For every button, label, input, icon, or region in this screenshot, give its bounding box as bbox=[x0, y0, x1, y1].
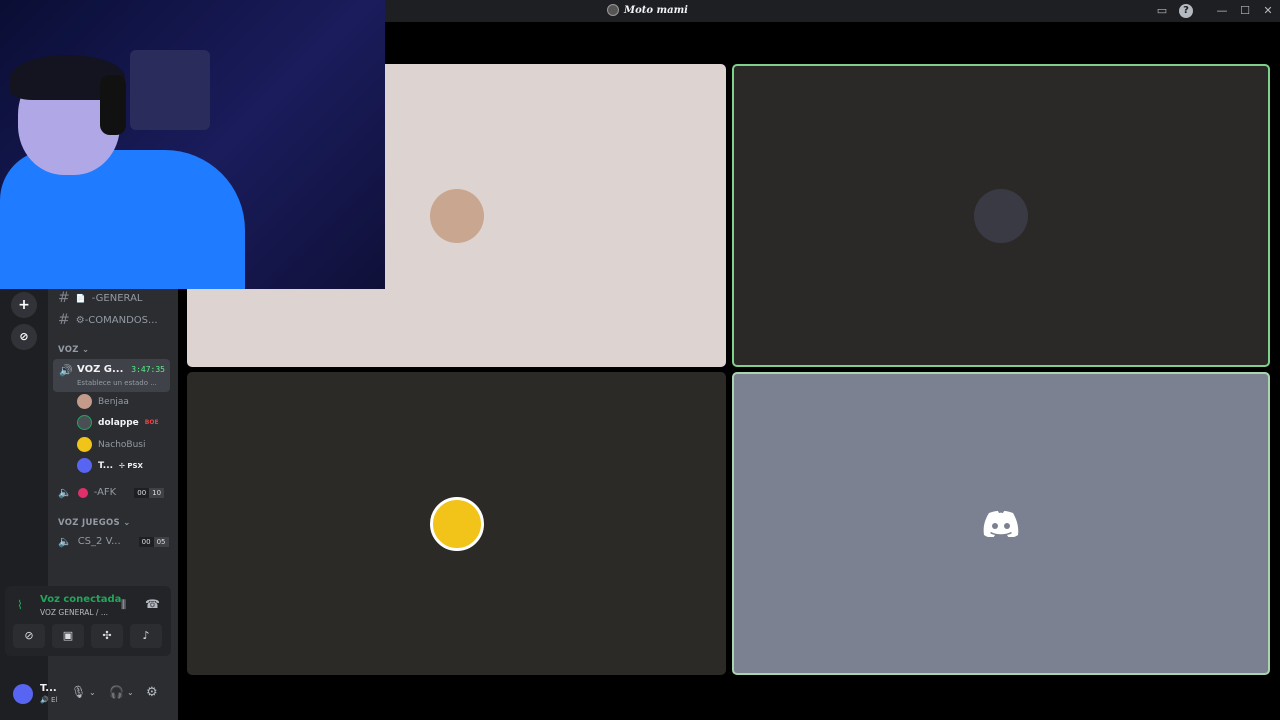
microphone-icon[interactable]: 🎙 bbox=[71, 685, 86, 699]
hash-icon: # bbox=[58, 312, 70, 328]
voice-channel-cs2[interactable]: 🔈 CS_2 V... 00 05 bbox=[58, 535, 169, 548]
disconnect-icon[interactable]: ☎ bbox=[145, 597, 160, 611]
add-server-button[interactable]: + bbox=[11, 292, 37, 318]
camera-person-headphones bbox=[100, 75, 126, 135]
channel-label: ⚙-COMANDOS... bbox=[75, 314, 158, 326]
camera-off-icon[interactable]: ⊘ bbox=[13, 624, 45, 648]
member-name: Benjaa bbox=[98, 396, 129, 407]
avatar bbox=[974, 188, 1028, 243]
maximize-button[interactable]: ☐ bbox=[1238, 4, 1252, 18]
inbox-icon[interactable]: ▭ bbox=[1155, 4, 1169, 18]
counter-limit: 10 bbox=[149, 487, 165, 498]
camera-preview[interactable] bbox=[0, 0, 385, 289]
speaker-icon: 🔈 bbox=[58, 535, 72, 548]
activities-icon[interactable]: ✣ bbox=[91, 624, 123, 648]
voice-channel-name: VOZ G... bbox=[77, 364, 124, 375]
speaker-icon: 🔊 bbox=[59, 364, 73, 377]
user-limit-counter: 00 10 bbox=[134, 487, 165, 498]
user-name[interactable]: T... bbox=[40, 683, 57, 694]
voice-connected-title: Voz conectada bbox=[40, 594, 122, 605]
member-name: dolappe bbox=[98, 417, 139, 428]
member-tag: ✢ PSX bbox=[119, 461, 143, 470]
category-label: VOZ bbox=[58, 345, 79, 355]
user-status: 🔊 El bbox=[40, 696, 58, 704]
gear-icon[interactable]: ⚙ bbox=[146, 685, 158, 700]
afk-icon bbox=[77, 487, 88, 498]
voice-member[interactable]: Benjaa bbox=[77, 394, 129, 409]
member-badge: BOE bbox=[144, 419, 159, 426]
noise-suppression-icon[interactable]: ⫼ bbox=[121, 598, 126, 612]
voice-channel-afk[interactable]: 🔈 -AFK 00 10 bbox=[58, 486, 165, 499]
window-title-text: Moto mami bbox=[624, 4, 688, 16]
server-icon bbox=[607, 4, 619, 16]
avatar bbox=[77, 437, 92, 452]
avatar bbox=[77, 458, 92, 473]
voice-status[interactable]: Establece un estado ... bbox=[77, 379, 157, 387]
participant-tile-nachobusi[interactable] bbox=[187, 372, 726, 675]
voice-channel-general[interactable]: 🔊 VOZ G... 3:47:35 Establece un estado .… bbox=[53, 359, 170, 392]
member-name: NachoBusi bbox=[98, 439, 146, 450]
close-button[interactable]: ✕ bbox=[1261, 4, 1275, 18]
avatar bbox=[429, 496, 484, 551]
speaker-icon: 🔈 bbox=[58, 486, 72, 499]
category-voz[interactable]: VOZ ⌄ bbox=[58, 345, 89, 355]
category-voz-juegos[interactable]: VOZ JUEGOS ⌄ bbox=[58, 518, 131, 528]
voice-connected-panel: ⌇ Voz conectada VOZ GENERAL / ... ⫼ ☎ ⊘ … bbox=[5, 586, 171, 656]
channel-label: -GENERAL bbox=[91, 292, 143, 304]
user-avatar[interactable] bbox=[13, 684, 33, 704]
user-panel: T... 🔊 El 🎙 ⌄ 🎧 ⌄ ⚙ bbox=[5, 660, 171, 716]
counter-limit: 05 bbox=[153, 536, 169, 547]
camera-person-shirt bbox=[0, 150, 245, 289]
voice-timer: 3:47:35 bbox=[131, 365, 165, 374]
channel-comandos[interactable]: # ⚙-COMANDOS... bbox=[58, 312, 158, 328]
participant-tile-t[interactable] bbox=[732, 372, 1270, 675]
participant-tile-dolappe[interactable] bbox=[732, 64, 1270, 367]
avatar bbox=[77, 415, 92, 430]
avatar bbox=[77, 394, 92, 409]
minimize-button[interactable]: — bbox=[1215, 4, 1229, 18]
channel-general[interactable]: # 📄 -GENERAL bbox=[58, 290, 143, 306]
headphones-icon[interactable]: 🎧 bbox=[109, 685, 124, 699]
hash-icon: # bbox=[58, 290, 70, 306]
user-limit-counter: 00 05 bbox=[138, 536, 169, 547]
channel-label: CS_2 V... bbox=[77, 536, 121, 547]
voice-connected-channel[interactable]: VOZ GENERAL / ... bbox=[40, 608, 108, 617]
discord-logo-icon bbox=[983, 510, 1019, 538]
avatar bbox=[429, 188, 484, 243]
counter-current: 00 bbox=[138, 536, 154, 547]
category-label: VOZ JUEGOS bbox=[58, 518, 120, 528]
chevron-down-icon[interactable]: ⌄ bbox=[127, 688, 134, 697]
member-name: T... bbox=[98, 460, 114, 471]
voice-member[interactable]: T... ✢ PSX bbox=[77, 458, 143, 473]
voice-member[interactable]: NachoBusi bbox=[77, 437, 145, 452]
chevron-down-icon[interactable]: ⌄ bbox=[89, 688, 96, 697]
voice-member[interactable]: dolappe BOE bbox=[77, 415, 159, 430]
soundboard-icon[interactable]: ♪ bbox=[130, 624, 162, 648]
window-title: Moto mami bbox=[607, 4, 688, 16]
discover-servers-button[interactable]: ⊘ bbox=[11, 324, 37, 350]
channel-label: -AFK bbox=[93, 487, 117, 498]
camera-background bbox=[130, 50, 210, 130]
channel-prefix-icon: 📄 bbox=[75, 293, 86, 303]
help-icon[interactable]: ? bbox=[1179, 4, 1193, 18]
screen-share-icon[interactable]: ▣ bbox=[52, 624, 84, 648]
signal-icon[interactable]: ⌇ bbox=[17, 598, 23, 612]
counter-current: 00 bbox=[134, 487, 150, 498]
